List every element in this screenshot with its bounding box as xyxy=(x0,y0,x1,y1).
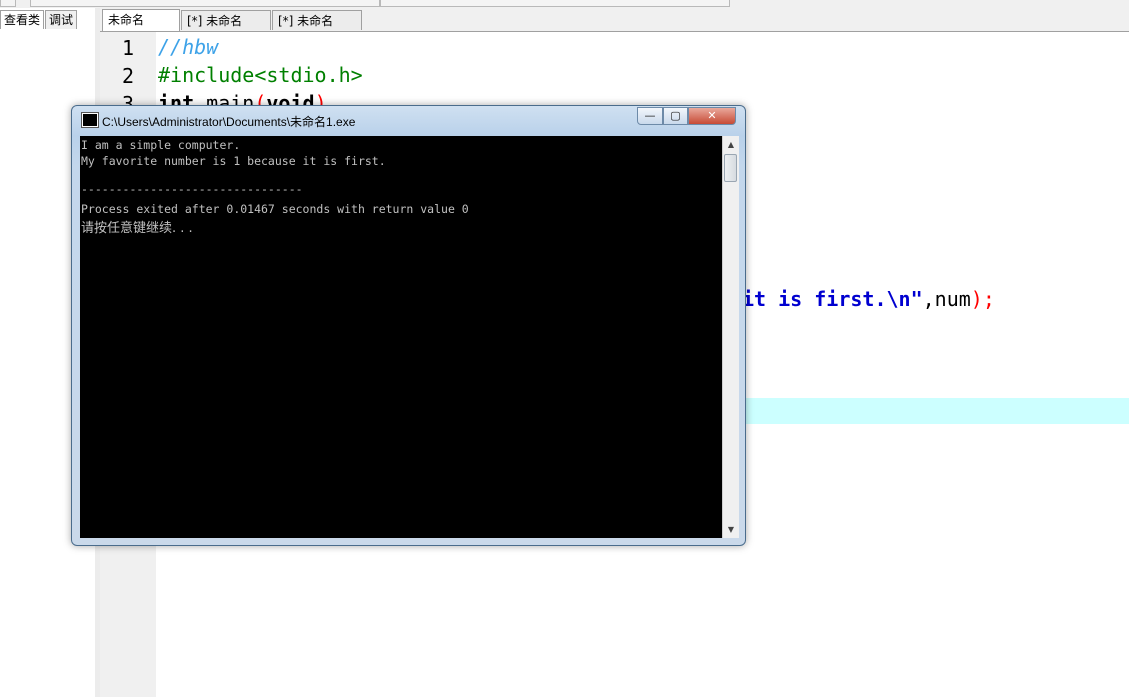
code-printf-line-tail: it is first.\n",num); xyxy=(742,287,995,311)
console-line: My favorite number is 1 because it is fi… xyxy=(81,154,386,168)
line-number: 1 xyxy=(121,36,134,60)
tab-file-2[interactable]: [*] 未命名2.cpp xyxy=(181,10,271,48)
console-line: -------------------------------- xyxy=(81,182,303,196)
tab-file-1[interactable]: 未命名1.cpp xyxy=(102,9,180,47)
console-line: Process exited after 0.01467 seconds wit… xyxy=(81,202,469,216)
console-scrollbar[interactable]: ▲ ▼ xyxy=(722,136,739,538)
console-app-icon xyxy=(81,112,99,128)
maximize-button[interactable]: ▢ xyxy=(663,107,688,125)
string-literal-tail: it is first.\n" xyxy=(742,287,923,311)
console-window[interactable]: C:\Users\Administrator\Documents\未命名1.ex… xyxy=(71,105,746,546)
tab-class-view[interactable]: 查看类 xyxy=(0,10,45,29)
code-line-1: //hbw xyxy=(158,35,219,59)
editor-tab-bar: 未命名1.cpp [*] 未命名2.cpp [*] 未命名3.cpp xyxy=(100,8,1129,48)
scroll-thumb[interactable] xyxy=(724,154,737,182)
printf-close: ); xyxy=(970,287,995,311)
console-line: 请按任意键继续. . . xyxy=(81,221,193,236)
close-button[interactable]: ✕ xyxy=(688,107,736,125)
console-output[interactable]: I am a simple computer. My favorite numb… xyxy=(80,136,722,538)
scroll-down-arrow-icon[interactable]: ▼ xyxy=(723,521,739,538)
toolbar-segment xyxy=(30,0,380,7)
printf-arg: ,num xyxy=(922,287,971,311)
code-line-2: #include<stdio.h> xyxy=(158,63,363,87)
minimize-button[interactable]: — xyxy=(637,107,663,125)
toolbar-segment xyxy=(380,0,730,7)
console-title: C:\Users\Administrator\Documents\未命名1.ex… xyxy=(102,115,356,129)
scroll-up-arrow-icon[interactable]: ▲ xyxy=(723,136,739,153)
line-number: 2 xyxy=(121,64,134,88)
toolbar-segment xyxy=(0,0,16,7)
tab-debug[interactable]: 调试 xyxy=(45,10,78,29)
tab-file-3[interactable]: [*] 未命名3.cpp xyxy=(272,10,362,48)
console-line: I am a simple computer. xyxy=(81,138,241,152)
project-panel-tabs: 查看类 调试 xyxy=(0,10,78,29)
